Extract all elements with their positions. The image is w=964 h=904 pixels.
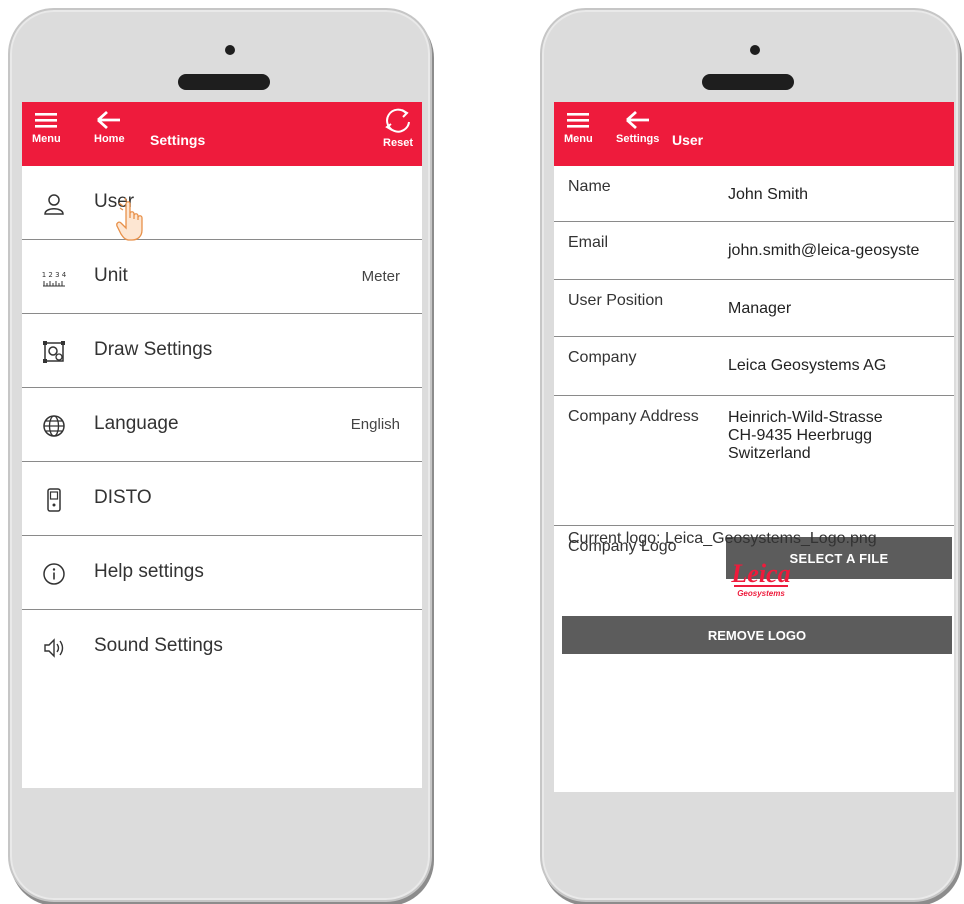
settings-item-label: Unit <box>94 265 128 286</box>
settings-screen: Menu Home Settings Reset User 1 2 3 4 Un… <box>22 102 422 788</box>
address-row[interactable]: Company Address Heinrich-Wild-Strasse CH… <box>554 396 954 526</box>
name-row[interactable]: Name John Smith <box>554 166 954 222</box>
menu-label: Menu <box>32 133 61 145</box>
speaker <box>702 74 794 90</box>
settings-item-label: Sound Settings <box>94 635 223 656</box>
menu-label: Menu <box>564 133 593 145</box>
settings-item-label: Language <box>94 413 179 434</box>
user-screen: Menu Settings User Name John Smith Email… <box>554 102 954 792</box>
logo-brand-text: Leica <box>730 559 790 588</box>
speaker-icon <box>44 638 64 658</box>
settings-back-button[interactable]: Settings <box>616 108 659 145</box>
home-label: Home <box>94 133 125 145</box>
pointer-hand-icon <box>116 198 143 241</box>
company-row[interactable]: Company Leica Geosystems AG <box>554 337 954 396</box>
globe-icon <box>43 415 65 437</box>
settings-item-help-settings[interactable]: Help settings <box>22 536 422 610</box>
settings-item-label: Draw Settings <box>94 339 213 360</box>
settings-item-label: Help settings <box>94 561 204 582</box>
speaker <box>178 74 270 90</box>
camera <box>750 45 760 55</box>
reset-label: Reset <box>383 137 413 149</box>
logo-sub-text: Geosystems <box>737 589 785 598</box>
email-row[interactable]: Email john.smith@leica-geosyste <box>554 222 954 280</box>
disto-device-icon <box>47 488 61 512</box>
camera <box>225 45 235 55</box>
page-title: Settings <box>150 132 206 148</box>
user-icon <box>44 194 64 215</box>
reset-icon <box>385 108 410 133</box>
settings-item-sound-settings[interactable]: Sound Settings <box>22 610 422 683</box>
back-arrow-icon <box>625 110 649 130</box>
position-row[interactable]: User Position Manager <box>554 280 954 337</box>
hamburger-icon <box>567 113 590 128</box>
settings-label: Settings <box>616 133 660 145</box>
current-logo-text: Current logo: Leica_Geosystems_Logo.png <box>568 530 877 547</box>
home-back-button[interactable]: Home <box>94 108 125 145</box>
ruler-icon: 1 2 3 4 <box>42 271 66 287</box>
reset-button[interactable]: Reset <box>382 106 414 149</box>
email-label: Email <box>568 234 609 251</box>
page-title: User <box>672 132 704 148</box>
leica-logo-image: Leica Geosystems <box>730 559 790 598</box>
ruler-digits: 1 2 3 4 <box>42 271 66 279</box>
phone-user: Menu Settings User Name John Smith Email… <box>540 8 960 902</box>
address-label: Company Address <box>568 408 699 425</box>
settings-item-disto[interactable]: DISTO <box>22 462 422 536</box>
company-field[interactable]: Leica Geosystems AG <box>728 357 886 375</box>
position-label: User Position <box>568 292 664 309</box>
hamburger-icon <box>35 113 58 128</box>
name-label: Name <box>568 178 611 195</box>
app-bar: Menu Settings User <box>554 102 954 166</box>
settings-item-user[interactable]: User <box>22 166 422 240</box>
back-arrow-icon <box>97 110 121 130</box>
settings-item-unit[interactable]: 1 2 3 4 Unit Meter <box>22 240 422 314</box>
phone-settings: Menu Home Settings Reset User 1 2 3 4 Un… <box>8 8 432 902</box>
info-icon <box>43 563 65 585</box>
settings-item-value: English <box>350 416 400 433</box>
menu-button[interactable]: Menu <box>32 108 61 145</box>
name-field[interactable]: John Smith <box>728 186 808 204</box>
app-bar: Menu Home Settings Reset <box>22 102 422 166</box>
menu-button[interactable]: Menu <box>564 108 593 145</box>
remove-logo-button[interactable]: REMOVE LOGO <box>562 616 952 654</box>
address-field[interactable]: Heinrich-Wild-Strasse CH-9435 Heerbrugg … <box>728 409 883 463</box>
user-form: Name John Smith Email john.smith@leica-g… <box>554 166 954 590</box>
settings-item-draw-settings[interactable]: Draw Settings <box>22 314 422 388</box>
draw-settings-icon <box>43 341 65 363</box>
settings-item-value: Meter <box>361 268 400 285</box>
settings-item-language[interactable]: Language English <box>22 388 422 462</box>
position-field[interactable]: Manager <box>728 300 791 318</box>
settings-list: User 1 2 3 4 Unit Meter Draw Settings La… <box>22 166 422 683</box>
settings-item-label: DISTO <box>94 487 152 508</box>
company-label: Company <box>568 349 637 366</box>
email-field[interactable]: john.smith@leica-geosyste <box>728 242 919 260</box>
